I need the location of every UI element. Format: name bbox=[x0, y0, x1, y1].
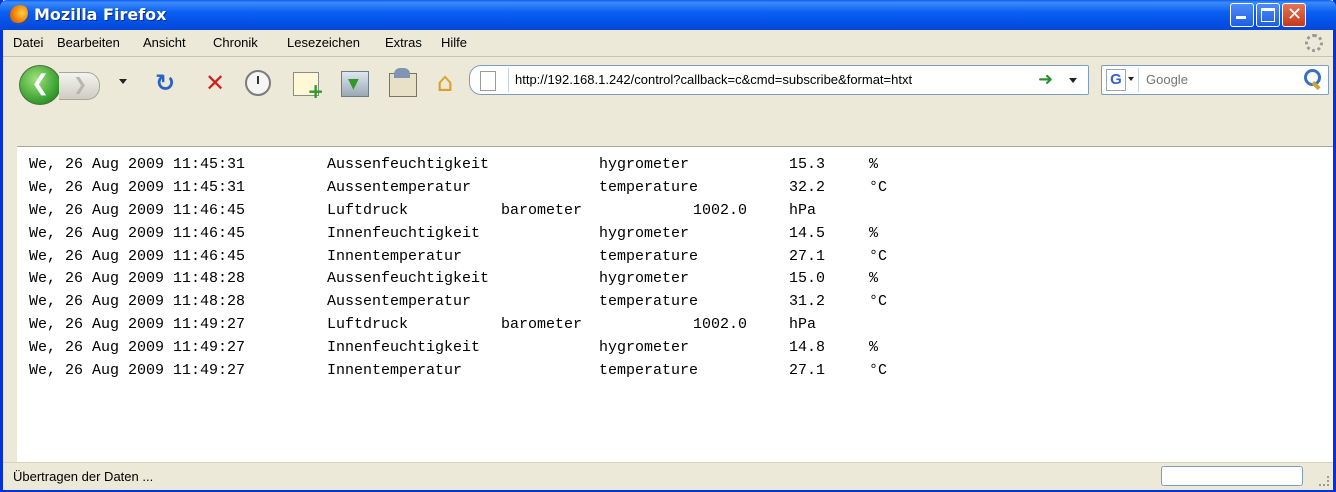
log-name: Innenfeuchtigkeit bbox=[327, 224, 481, 242]
log-unit: % bbox=[869, 270, 879, 288]
log-unit: °C bbox=[869, 362, 888, 380]
url-bar[interactable]: http://192.168.1.242/control?callback=c&… bbox=[469, 65, 1089, 95]
log-value: 15.3 bbox=[789, 156, 826, 173]
log-type: temperature bbox=[599, 178, 699, 196]
log-value: 27.1 bbox=[789, 247, 826, 265]
history-icon[interactable] bbox=[245, 70, 271, 96]
log-date: We, 26 Aug 2009 11:45:31 bbox=[29, 156, 246, 173]
log-type: hygrometer bbox=[599, 156, 690, 173]
log-type: barometer bbox=[501, 201, 583, 219]
log-unit: °C bbox=[869, 293, 888, 311]
firefox-icon bbox=[10, 5, 30, 25]
log-date: We, 26 Aug 2009 11:45:31 bbox=[29, 178, 246, 196]
throbber-icon bbox=[1305, 34, 1323, 52]
log-name: Aussentemperatur bbox=[327, 293, 472, 311]
log-date: We, 26 Aug 2009 11:49:27 bbox=[29, 362, 246, 380]
log-value: 14.5 bbox=[789, 224, 826, 242]
forward-button[interactable]: ❯ bbox=[59, 72, 100, 100]
log-name: Aussentemperatur bbox=[327, 178, 472, 196]
log-date: We, 26 Aug 2009 11:48:28 bbox=[29, 270, 246, 288]
status-text: Übertragen der Daten ... bbox=[13, 469, 154, 484]
resize-grip[interactable] bbox=[1319, 476, 1329, 486]
log-type: temperature bbox=[599, 247, 699, 265]
search-icon[interactable] bbox=[1302, 69, 1322, 89]
log-unit: % bbox=[869, 224, 879, 242]
log-name: Luftdruck bbox=[327, 201, 409, 219]
log-name: Innentemperatur bbox=[327, 362, 463, 380]
search-engine-dropdown-icon[interactable] bbox=[1128, 77, 1134, 81]
new-tab-icon[interactable] bbox=[293, 72, 324, 105]
log-name: Aussenfeuchtigkeit bbox=[327, 270, 490, 288]
go-arrow-icon[interactable]: ➜ bbox=[1038, 69, 1053, 90]
window-title: Mozilla Firefox bbox=[34, 5, 167, 24]
log-type: hygrometer bbox=[599, 224, 690, 242]
close-icon: ✕ bbox=[1287, 4, 1303, 25]
menu-hilfe[interactable]: Hilfe bbox=[441, 35, 467, 50]
reload-icon[interactable]: ↻ bbox=[151, 69, 179, 97]
search-input[interactable] bbox=[1146, 72, 1286, 87]
menu-extras[interactable]: Extras bbox=[385, 35, 422, 50]
log-unit: % bbox=[869, 156, 879, 173]
search-box[interactable]: G bbox=[1101, 65, 1329, 95]
url-dropdown-icon[interactable] bbox=[1069, 78, 1077, 83]
menu-datei[interactable]: Datei bbox=[13, 35, 43, 50]
log-value: 1002.0 bbox=[693, 201, 748, 219]
log-date: We, 26 Aug 2009 11:46:45 bbox=[29, 247, 246, 265]
menu-bar: Datei Bearbeiten Ansicht Chronik Lesezei… bbox=[3, 30, 1333, 57]
progress-bar bbox=[1161, 466, 1303, 486]
log-unit: °C bbox=[869, 178, 888, 196]
log-date: We, 26 Aug 2009 11:46:45 bbox=[29, 201, 246, 219]
search-engine-icon[interactable]: G bbox=[1106, 69, 1126, 91]
forward-icon: ❯ bbox=[73, 75, 88, 95]
log-name: Aussenfeuchtigkeit bbox=[327, 156, 490, 173]
page-content: We, 26 Aug 2009 11:45:31 Aussenfeuchtigke… bbox=[17, 146, 1333, 463]
menu-chronik[interactable]: Chronik bbox=[213, 35, 258, 50]
log-value: 1002.0 bbox=[693, 316, 748, 334]
log-unit: % bbox=[869, 339, 879, 357]
log-value: 15.0 bbox=[789, 270, 826, 288]
search-separator bbox=[1138, 68, 1139, 92]
download-icon[interactable] bbox=[341, 70, 369, 98]
log-date: We, 26 Aug 2009 11:46:45 bbox=[29, 224, 246, 242]
log-name: Innenfeuchtigkeit bbox=[327, 339, 481, 357]
log-date: We, 26 Aug 2009 11:49:27 bbox=[29, 316, 246, 334]
navigation-toolbar: ❮ ❯ ↻ ✕ ⌂ http://192.168.1.242/control?c… bbox=[3, 57, 1333, 143]
log-name: Innentemperatur bbox=[327, 247, 463, 265]
log-type: temperature bbox=[599, 362, 699, 380]
menu-ansicht[interactable]: Ansicht bbox=[143, 35, 186, 50]
title-bar: Mozilla Firefox ✕ bbox=[0, 0, 1336, 30]
log-unit: hPa bbox=[789, 201, 817, 219]
maximize-button[interactable] bbox=[1256, 3, 1280, 27]
log-date: We, 26 Aug 2009 11:49:27 bbox=[29, 339, 246, 357]
close-button[interactable]: ✕ bbox=[1282, 3, 1306, 27]
home-icon[interactable]: ⌂ bbox=[431, 69, 459, 97]
maximize-icon bbox=[1261, 8, 1275, 22]
log-type: hygrometer bbox=[599, 270, 690, 288]
history-dropdown-icon[interactable] bbox=[119, 79, 127, 84]
minimize-button[interactable] bbox=[1230, 3, 1254, 27]
log-value: 27.1 bbox=[789, 362, 826, 380]
menu-bearbeiten[interactable]: Bearbeiten bbox=[57, 35, 120, 50]
log-type: hygrometer bbox=[599, 339, 690, 357]
url-separator bbox=[508, 68, 509, 92]
log-type: temperature bbox=[599, 293, 699, 311]
log-type: barometer bbox=[501, 316, 583, 334]
log-unit: hPa bbox=[789, 316, 817, 334]
minimize-icon bbox=[1236, 16, 1246, 19]
log-unit: °C bbox=[869, 247, 888, 265]
stop-icon[interactable]: ✕ bbox=[201, 69, 229, 97]
back-button[interactable]: ❮ bbox=[19, 65, 61, 105]
log-value: 14.8 bbox=[789, 339, 826, 357]
browser-window: Mozilla Firefox ✕ Datei Bearbeiten Ansic… bbox=[0, 0, 1336, 492]
status-bar: Übertragen der Daten ... bbox=[3, 462, 1333, 490]
log-name: Luftdruck bbox=[327, 316, 409, 334]
mail-icon[interactable] bbox=[389, 68, 417, 97]
url-text[interactable]: http://192.168.1.242/control?callback=c&… bbox=[515, 72, 912, 87]
page-icon bbox=[480, 71, 496, 91]
menu-lesezeichen[interactable]: Lesezeichen bbox=[287, 35, 360, 50]
back-icon: ❮ bbox=[31, 71, 50, 96]
log-value: 31.2 bbox=[789, 293, 826, 311]
log-value: 32.2 bbox=[789, 178, 826, 196]
log-date: We, 26 Aug 2009 11:48:28 bbox=[29, 293, 246, 311]
